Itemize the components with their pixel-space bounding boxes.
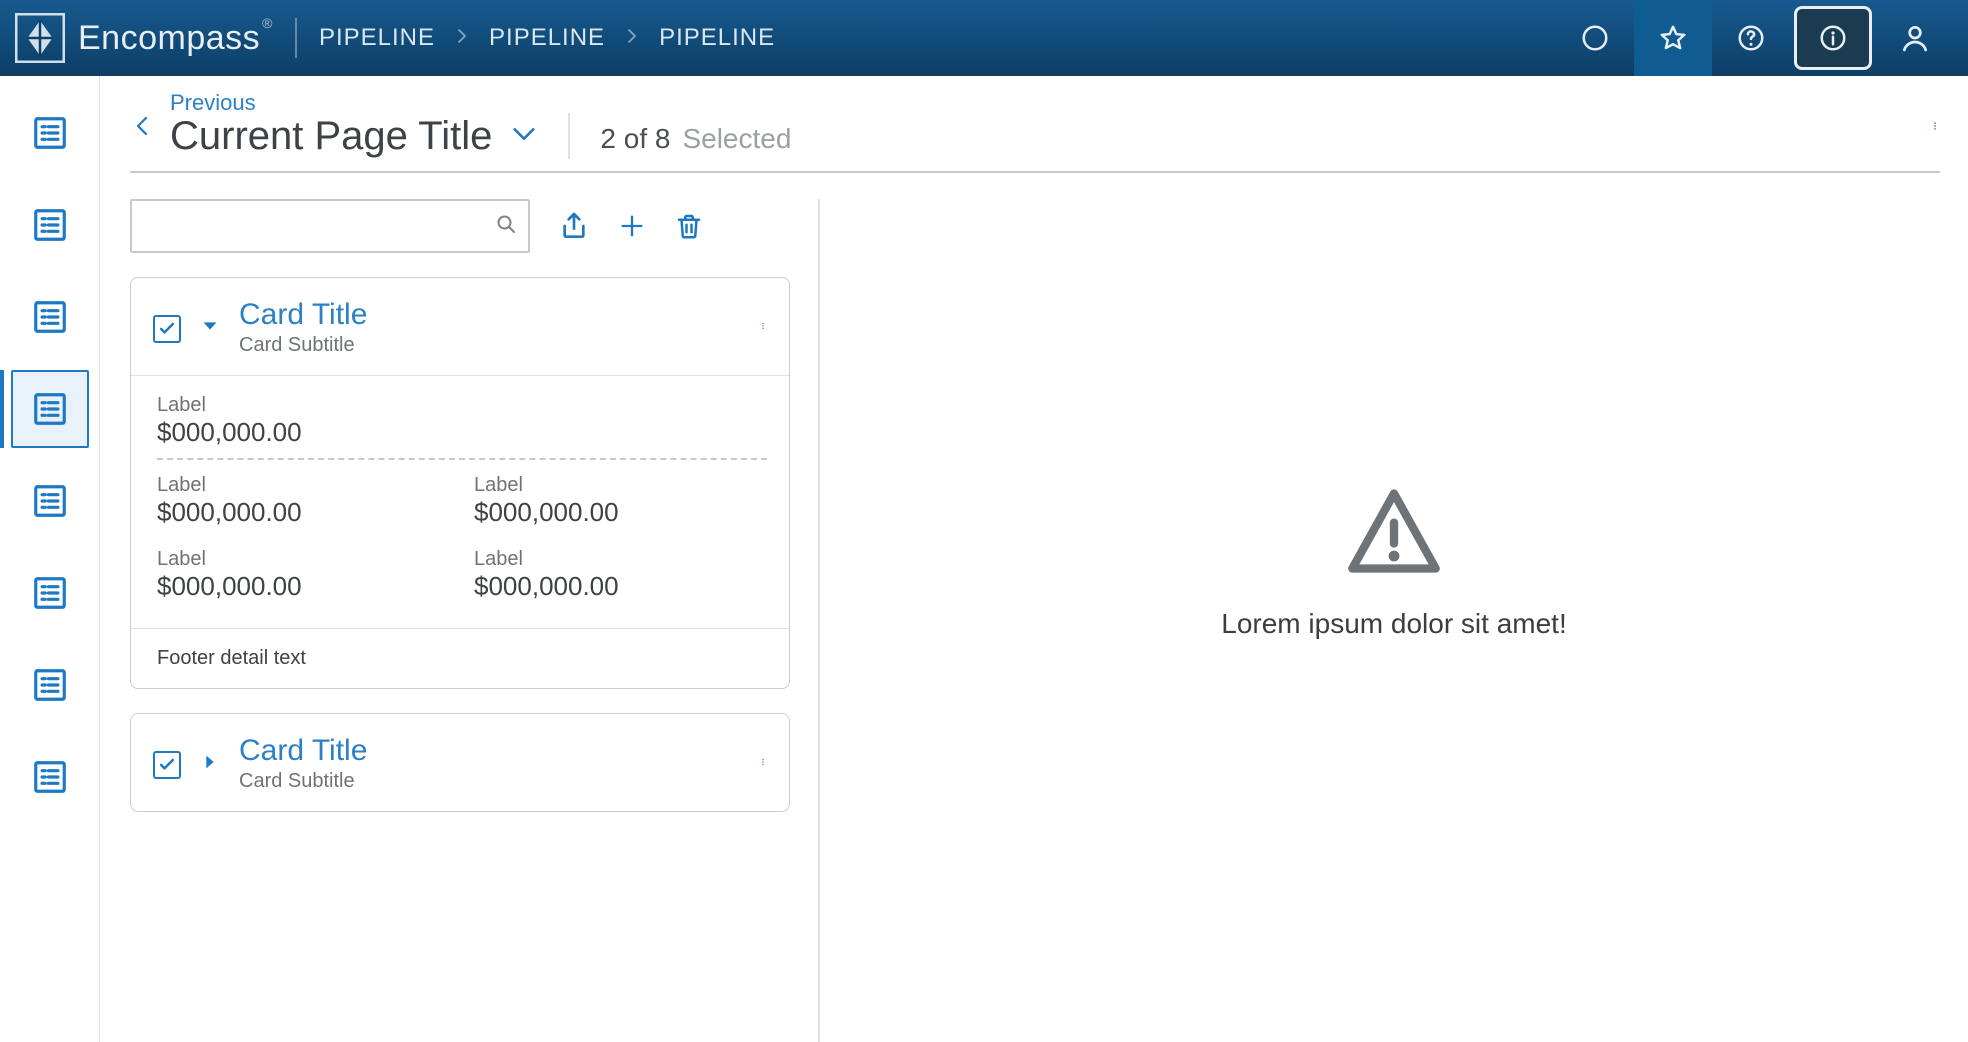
chevron-right-icon <box>453 24 471 52</box>
brand-name: Encompass® <box>78 19 273 58</box>
topbar: Encompass® PIPELINE PIPELINE PIPELINE <box>0 0 1968 76</box>
help-button[interactable] <box>1712 0 1790 76</box>
list-column: Card Title Card Subtitle Label $000,000.… <box>130 199 790 1042</box>
page-header: Previous Current Page Title 2 of 8 Selec… <box>130 76 1940 173</box>
warning-icon <box>1339 481 1449 586</box>
search-input[interactable] <box>142 214 494 239</box>
selection-suffix: Selected <box>682 123 791 155</box>
left-nav-rail <box>0 76 100 1042</box>
share-button[interactable] <box>558 210 590 242</box>
rail-item[interactable] <box>11 278 89 356</box>
card-header: Card Title Card Subtitle <box>131 714 789 811</box>
delete-button[interactable] <box>674 211 704 241</box>
breadcrumbs: PIPELINE PIPELINE PIPELINE <box>319 24 775 52</box>
column-divider <box>818 199 820 1042</box>
rail-item[interactable] <box>11 94 89 172</box>
field-value: $000,000.00 <box>474 571 767 602</box>
field-value: $000,000.00 <box>157 497 450 528</box>
breadcrumb-item[interactable]: PIPELINE <box>659 24 775 52</box>
main-column: Previous Current Page Title 2 of 8 Selec… <box>100 76 1968 1042</box>
add-button[interactable] <box>618 212 646 240</box>
user-menu-button[interactable] <box>1876 0 1954 76</box>
workarea: Previous Current Page Title 2 of 8 Selec… <box>0 76 1968 1042</box>
rail-item-selected[interactable] <box>11 370 89 448</box>
back-button[interactable] <box>130 108 154 149</box>
card-more-button[interactable] <box>759 750 767 779</box>
card: Card Title Card Subtitle Label $000,000.… <box>130 277 790 689</box>
brand-reg: ® <box>262 15 273 31</box>
field-label: Label <box>474 474 767 497</box>
card-title[interactable]: Card Title <box>239 736 741 766</box>
selection-status: 2 of 8 Selected <box>600 123 791 155</box>
field-label: Label <box>157 548 450 571</box>
search-field[interactable] <box>130 199 530 253</box>
field-label: Label <box>157 394 767 417</box>
favorite-button[interactable] <box>1634 0 1712 76</box>
rail-item[interactable] <box>11 646 89 724</box>
rail-item[interactable] <box>11 186 89 264</box>
empty-state: Lorem ipsum dolor sit amet! <box>1221 481 1566 640</box>
rail-item[interactable] <box>11 554 89 632</box>
brand: Encompass® <box>14 12 273 64</box>
card-divider-dashed <box>157 458 767 460</box>
field-value: $000,000.00 <box>474 497 767 528</box>
card-title[interactable]: Card Title <box>239 300 741 330</box>
page-title: Current Page Title <box>170 114 492 159</box>
title-dropdown-button[interactable] <box>510 120 538 153</box>
card-footer: Footer detail text <box>131 628 789 688</box>
field-value: $000,000.00 <box>157 571 450 602</box>
field-label: Label <box>474 548 767 571</box>
card-subtitle: Card Subtitle <box>239 334 741 357</box>
card-subtitle: Card Subtitle <box>239 770 741 793</box>
header-divider <box>568 113 570 159</box>
chevron-right-icon <box>623 24 641 52</box>
brand-mark-icon <box>14 12 66 64</box>
card-expand-button[interactable] <box>199 751 221 778</box>
status-circle-button[interactable] <box>1556 0 1634 76</box>
empty-state-text: Lorem ipsum dolor sit amet! <box>1221 608 1566 640</box>
info-button[interactable] <box>1794 6 1872 70</box>
breadcrumb-item[interactable]: PIPELINE <box>319 24 435 52</box>
body-split: Card Title Card Subtitle Label $000,000.… <box>130 173 1940 1042</box>
brand-name-text: Encompass <box>78 19 260 58</box>
card-checkbox[interactable] <box>153 751 181 779</box>
card: Card Title Card Subtitle <box>130 713 790 812</box>
selection-count: 2 of 8 <box>600 123 670 155</box>
card-more-button[interactable] <box>759 314 767 343</box>
rail-item[interactable] <box>11 738 89 816</box>
page-more-button[interactable] <box>1930 112 1940 145</box>
field-value: $000,000.00 <box>157 417 767 448</box>
list-toolbar <box>130 199 790 253</box>
search-icon <box>494 212 518 241</box>
previous-link[interactable]: Previous <box>170 90 538 116</box>
card-body: Label $000,000.00 Label $000,000.00 Labe… <box>131 376 789 628</box>
detail-column: Lorem ipsum dolor sit amet! <box>848 199 1940 1042</box>
topbar-actions <box>1556 0 1954 76</box>
card-checkbox[interactable] <box>153 315 181 343</box>
rail-item[interactable] <box>11 462 89 540</box>
card-collapse-button[interactable] <box>199 315 221 342</box>
card-header: Card Title Card Subtitle <box>131 278 789 375</box>
breadcrumb-item[interactable]: PIPELINE <box>489 24 605 52</box>
field-label: Label <box>157 474 450 497</box>
topbar-divider <box>295 18 297 58</box>
